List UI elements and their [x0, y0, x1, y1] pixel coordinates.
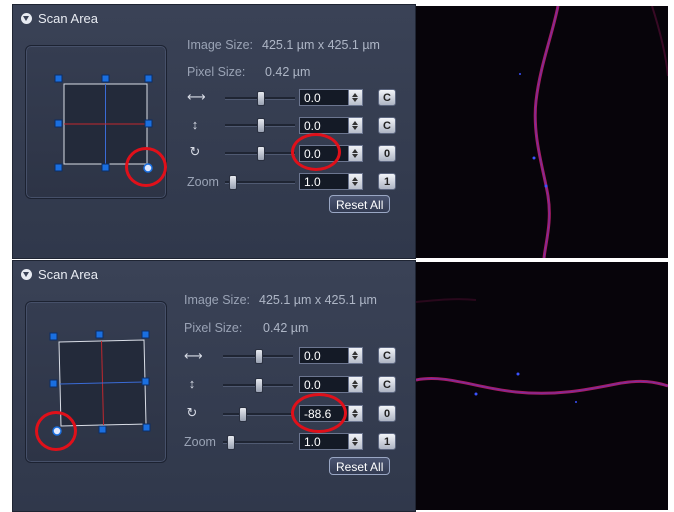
reset-rotation-button[interactable]: 0 — [378, 405, 396, 422]
collapse-icon[interactable] — [21, 269, 32, 280]
image-size-value: 425.1 µm x 425.1 µm — [259, 293, 377, 307]
section-title: Scan Area — [38, 267, 98, 282]
offset-x-field[interactable]: 0.0 — [299, 347, 349, 364]
offset-y-slider[interactable] — [225, 118, 295, 133]
zoom-field[interactable]: 1.0 — [299, 173, 349, 190]
zoom-spinbox[interactable]: 1.0 — [299, 173, 363, 190]
zoom-spinbox[interactable]: 1.0 — [299, 433, 363, 450]
spinner-arrows-icon[interactable] — [349, 376, 363, 393]
pixel-size-value: 0.42 µm — [265, 65, 311, 79]
collapse-icon[interactable] — [21, 13, 32, 24]
offset-y-spinbox[interactable]: 0.0 — [299, 376, 363, 393]
offset-x-spinbox[interactable]: 0.0 — [299, 347, 363, 364]
reset-rotation-button[interactable]: 0 — [378, 145, 396, 162]
offset-y-slider[interactable] — [223, 378, 293, 393]
horizontal-arrow-icon: ⟷ — [184, 348, 203, 363]
pixel-size-value: 0.42 µm — [263, 321, 309, 335]
handle-top-center[interactable] — [95, 330, 104, 339]
vertical-arrow-icon: ↕ — [188, 376, 196, 391]
handle-middle-left[interactable] — [54, 119, 63, 128]
slider-thumb[interactable] — [239, 407, 247, 422]
handle-bottom-right[interactable] — [142, 423, 151, 432]
slider-thumb[interactable] — [257, 146, 265, 161]
rotation-slider[interactable] — [225, 146, 295, 161]
spinner-arrows-icon[interactable] — [349, 145, 363, 162]
offset-x-slider[interactable] — [223, 349, 293, 364]
center-y-button[interactable]: C — [378, 376, 396, 393]
zoom-label: Zoom — [184, 435, 216, 449]
handle-top-left[interactable] — [49, 332, 58, 341]
slider-thumb[interactable] — [255, 349, 263, 364]
handle-top-right[interactable] — [141, 330, 150, 339]
zoom-field[interactable]: 1.0 — [299, 433, 349, 450]
spinner-arrows-icon[interactable] — [349, 347, 363, 364]
highlight-circle-rotation-handle — [125, 147, 167, 187]
offset-y-spinbox[interactable]: 0.0 — [299, 117, 363, 134]
zoom-label: Zoom — [187, 175, 219, 189]
spinner-arrows-icon[interactable] — [349, 173, 363, 190]
reset-zoom-button[interactable]: 1 — [378, 173, 396, 190]
slider-thumb[interactable] — [227, 435, 235, 450]
specimen-fiber — [533, 6, 560, 258]
vertical-arrow-icon: ↕ — [191, 117, 199, 132]
section-title: Scan Area — [38, 11, 98, 26]
handle-bottom-center[interactable] — [101, 163, 110, 172]
handle-bottom-center[interactable] — [98, 425, 107, 434]
slider-thumb[interactable] — [255, 378, 263, 393]
image-size-label: Image Size: — [187, 38, 254, 52]
handle-top-left[interactable] — [54, 74, 63, 83]
horizontal-arrow-icon: ⟷ — [187, 89, 206, 104]
highlight-circle-rotation-handle — [35, 411, 77, 451]
spinner-arrows-icon[interactable] — [349, 405, 363, 422]
rotation-icon: ↻ — [189, 144, 201, 159]
image-size-label: Image Size: — [184, 293, 251, 307]
image-size-value: 425.1 µm x 425.1 µm — [262, 38, 380, 52]
pixel-size-label: Pixel Size: — [184, 321, 243, 335]
center-x-button[interactable]: C — [378, 89, 396, 106]
handle-middle-left[interactable] — [49, 379, 58, 388]
rotation-icon: ↻ — [186, 405, 198, 420]
scan-area-header[interactable]: Scan Area — [21, 11, 98, 26]
offset-y-field[interactable]: 0.0 — [299, 376, 349, 393]
center-y-button[interactable]: C — [378, 117, 396, 134]
spinner-arrows-icon[interactable] — [349, 117, 363, 134]
offset-y-field[interactable]: 0.0 — [299, 117, 349, 134]
highlight-circle-rotation-field — [291, 133, 341, 171]
scan-image-top — [416, 6, 668, 258]
center-x-button[interactable]: C — [378, 347, 396, 364]
specimen-image — [416, 298, 668, 403]
pixel-size-label: Pixel Size: — [187, 65, 246, 79]
slider-thumb[interactable] — [229, 175, 237, 190]
slider-thumb[interactable] — [257, 118, 265, 133]
slider-thumb[interactable] — [257, 91, 265, 106]
zoom-slider[interactable] — [223, 435, 293, 450]
rotation-slider[interactable] — [223, 407, 293, 422]
reset-zoom-button[interactable]: 1 — [378, 433, 396, 450]
highlight-circle-rotation-field — [291, 393, 347, 433]
scan-area-header[interactable]: Scan Area — [21, 267, 98, 282]
offset-x-slider[interactable] — [225, 91, 295, 106]
spinner-arrows-icon[interactable] — [349, 89, 363, 106]
offset-x-field[interactable]: 0.0 — [299, 89, 349, 106]
offset-x-spinbox[interactable]: 0.0 — [299, 89, 363, 106]
handle-top-center[interactable] — [101, 74, 110, 83]
reset-all-button[interactable]: Reset All — [329, 457, 391, 475]
scan-area-panel-bottom: Scan Area Image Size: 425.1 µm x 425.1 µ… — [12, 260, 416, 512]
handle-middle-right[interactable] — [144, 119, 153, 128]
reset-all-button[interactable]: Reset All — [329, 195, 391, 213]
specimen-image — [519, 6, 668, 258]
zoom-slider[interactable] — [225, 175, 295, 190]
handle-middle-right[interactable] — [141, 377, 150, 386]
handle-top-right[interactable] — [144, 74, 153, 83]
spinner-arrows-icon[interactable] — [349, 433, 363, 450]
handle-bottom-left[interactable] — [54, 163, 63, 172]
scan-area-panel-top: Scan Area Image Size: 425.1 µm x 425.1 µ… — [12, 4, 416, 259]
scan-image-bottom — [416, 262, 668, 510]
